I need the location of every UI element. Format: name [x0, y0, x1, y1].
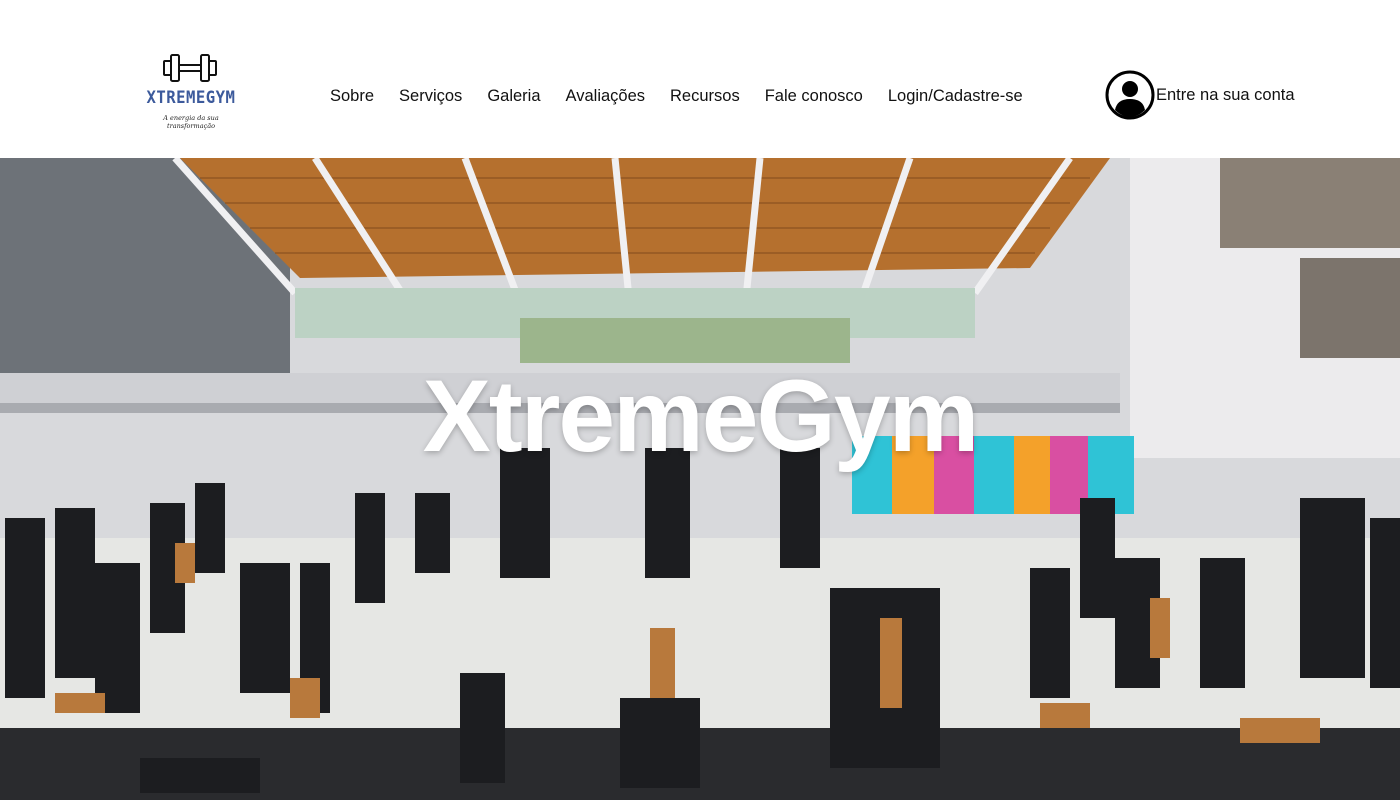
- brand-name: XTREMEGYM: [146, 88, 236, 108]
- account-link[interactable]: Entre na sua conta: [1105, 70, 1295, 120]
- site-header: XTREMEGYM A energia da sua transformação…: [0, 0, 1400, 158]
- nav-item-recursos[interactable]: Recursos: [670, 84, 740, 108]
- brand-tagline: A energia da sua transformação: [163, 114, 219, 130]
- hero-title: XtremeGym: [422, 359, 980, 473]
- hero-banner: XtremeGym: [0, 158, 1400, 800]
- brand-logo[interactable]: XTREMEGYM A energia da sua transformação: [140, 52, 242, 130]
- nav-item-galeria[interactable]: Galeria: [487, 84, 540, 108]
- account-label: Entre na sua conta: [1156, 85, 1295, 104]
- gym-interior-photo: [0, 158, 1400, 800]
- user-circle-icon: [1105, 70, 1155, 120]
- main-nav: Sobre Serviços Galeria Avaliações Recurs…: [330, 84, 1048, 108]
- dumbbell-icon: [163, 54, 217, 82]
- nav-item-login-cadastro[interactable]: Login/Cadastre-se: [888, 84, 1023, 108]
- nav-item-sobre[interactable]: Sobre: [330, 84, 374, 108]
- nav-item-avaliacoes[interactable]: Avaliações: [566, 84, 646, 108]
- nav-item-fale-conosco[interactable]: Fale conosco: [765, 84, 863, 108]
- nav-item-servicos[interactable]: Serviços: [399, 84, 462, 108]
